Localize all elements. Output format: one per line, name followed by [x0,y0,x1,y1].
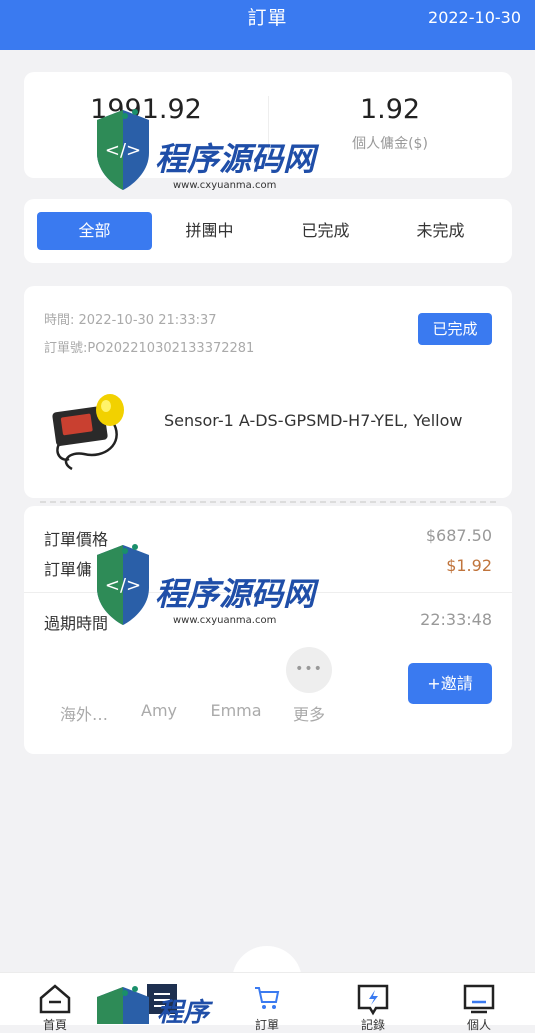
order-time: 時間: 2022-10-30 21:33:37 [44,313,217,328]
product-name: Sensor-1 A-DS-GPSMD-H7-YEL, Yellow [164,411,463,430]
stats-card: 1991.92 1.92 個人傭金($) [24,72,512,178]
stat-total: 1991.92 [24,72,268,178]
expire-value: 22:33:48 [420,610,492,629]
member-name: 海外… [59,705,108,724]
tab-home[interactable]: 首頁 [20,973,90,1032]
top-bar: 訂單 2022-10-30 [0,0,535,50]
commission-value: $1.92 [446,556,492,575]
more-members-label[interactable]: 更多 [269,701,349,725]
tab-profile-label: 個人 [466,1018,491,1032]
more-members-button[interactable]: ••• [286,647,332,693]
invite-button[interactable]: +邀請 [408,663,492,704]
expire-label: 過期時間 [44,614,109,633]
bottom-tab-bar: 首頁 訂單 記錄 個人 [0,972,535,1032]
tab-profile[interactable]: 個人 [444,973,514,1032]
order-card[interactable]: 時間: 2022-10-30 21:33:37 訂單號:PO2022103021… [24,286,512,498]
price-label: 訂單價格 [44,530,109,549]
order-details-card: 訂單價格 $687.50 訂單傭 $1.92 過期時間 22:33:48 •••… [24,506,512,754]
tab-all[interactable]: 全部 [37,212,152,250]
records-icon [357,984,389,1016]
stat-commission: 1.92 個人傭金($) [268,72,512,178]
member-name: Emma [210,701,262,720]
stat-commission-label: 個人傭金($) [352,136,428,152]
list-icon [147,984,177,1014]
tab-orders-label: 訂單 [254,1018,279,1032]
cart-icon [255,987,280,1009]
tab-records-label: 記錄 [360,1018,385,1032]
header-date: 2022-10-30 [428,8,521,27]
tab-grouping[interactable]: 拼團中 [152,212,267,250]
svg-text:www.cxyuanma.com: www.cxyuanma.com [173,180,276,191]
tab-list[interactable] [127,973,197,1025]
tab-records[interactable]: 記錄 [338,973,408,1032]
stat-total-value: 1991.92 [90,94,202,125]
stat-commission-value: 1.92 [359,94,421,125]
tab-incomplete[interactable]: 未完成 [383,212,498,250]
order-number: 訂單號:PO202210302133372281 [44,341,255,356]
order-filter-tabs: 全部 拼團中 已完成 未完成 [24,199,512,263]
price-value: $687.50 [425,526,492,545]
commission-label: 訂單傭 [44,560,93,579]
dashed-separator [40,501,496,503]
profile-icon [463,984,495,1014]
status-badge: 已完成 [418,313,492,345]
row-divider [24,592,512,593]
tab-home-label: 首頁 [42,1018,67,1032]
home-icon [39,984,71,1014]
tab-completed[interactable]: 已完成 [268,212,383,250]
member-name: Amy [141,701,177,720]
tab-orders[interactable]: 訂單 [232,973,302,1032]
product-image [44,384,142,474]
